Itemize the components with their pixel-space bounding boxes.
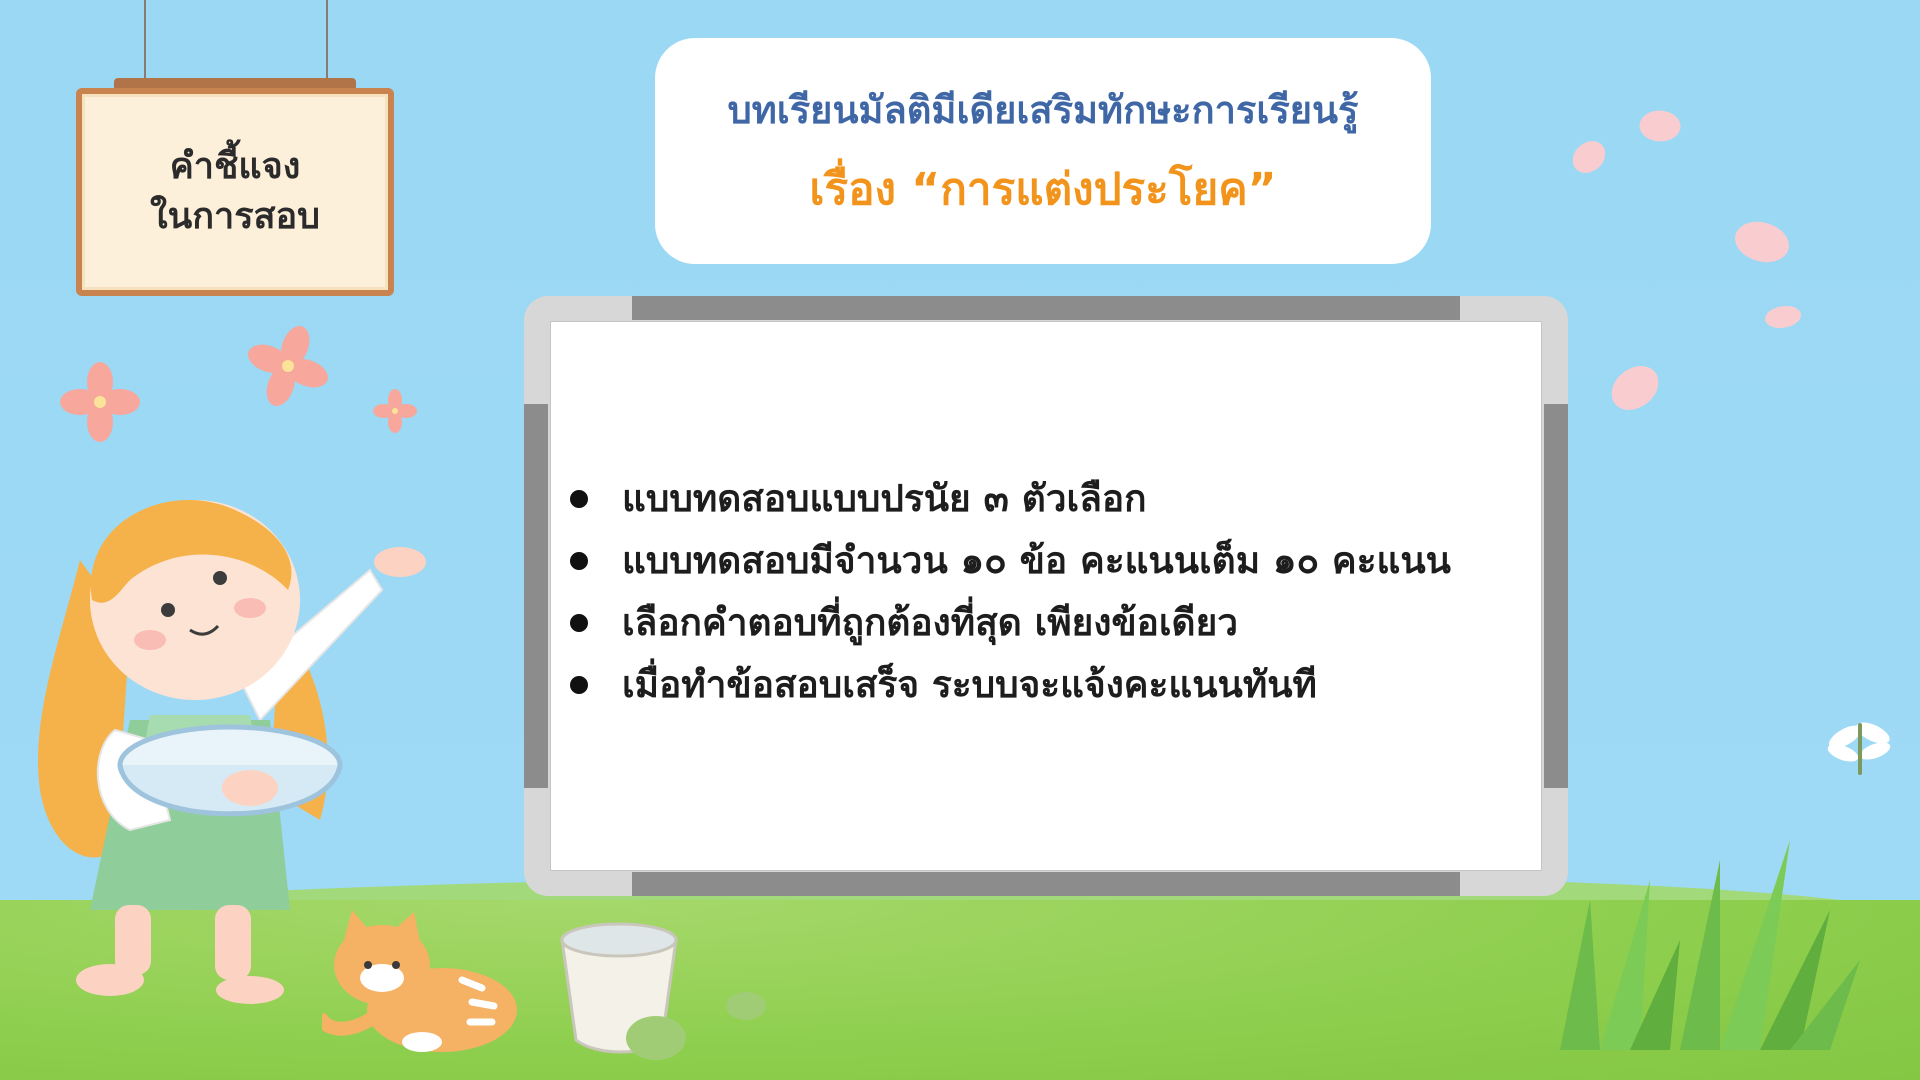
list-item-text: เมื่อทำข้อสอบเสร็จ ระบบจะแจ้งคะแนนทันที (622, 663, 1317, 706)
slide-scene: คำชี้แจง ในการสอบ บทเรียนมัลติมีเดียเสริ… (0, 0, 1920, 1080)
bullet-icon (570, 614, 588, 632)
instructions-sign: คำชี้แจง ในการสอบ (76, 88, 394, 296)
sign-label: คำชี้แจง ในการสอบ (150, 146, 320, 237)
bullet-icon (570, 490, 588, 508)
whiteboard-rail-right (1544, 404, 1568, 788)
dragonfly-icon (1827, 722, 1891, 775)
list-item-text: แบบทดสอบมีจำนวน ๑๐ ข้อ คะแนนเต็ม ๑๐ คะแน… (622, 539, 1451, 582)
instructions-list: แบบทดสอบแบบปรนัย ๓ ตัวเลือก แบบทดสอบมีจำ… (570, 468, 1530, 716)
bucket-illustration (560, 922, 766, 1060)
flower-icon (248, 326, 328, 406)
sign-string (326, 0, 328, 82)
bullet-icon (570, 676, 588, 694)
list-item-text: เลือกคำตอบที่ถูกต้องที่สุด เพียงข้อเดียว (622, 601, 1239, 644)
grass-tuft-icon (1560, 840, 1860, 1050)
whiteboard-rail-bottom (632, 872, 1460, 896)
lesson-subtitle: เรื่อง “การแต่งประโยค” (809, 163, 1277, 215)
title-card: บทเรียนมัลติมีเดียเสริมทักษะการเรียนรู้ … (655, 38, 1431, 264)
flower-icon (60, 362, 140, 442)
cat-illustration (322, 910, 517, 1052)
whiteboard-rail-top (632, 296, 1460, 320)
whiteboard-rail-left (524, 404, 548, 788)
list-item-text: แบบทดสอบแบบปรนัย ๓ ตัวเลือก (622, 477, 1147, 520)
lesson-title: บทเรียนมัลติมีเดียเสริมทักษะการเรียนรู้ (727, 87, 1359, 132)
list-item: เลือกคำตอบที่ถูกต้องที่สุด เพียงข้อเดียว (570, 592, 1530, 654)
list-item: แบบทดสอบแบบปรนัย ๓ ตัวเลือก (570, 468, 1530, 530)
bullet-icon (570, 552, 588, 570)
flower-icon (373, 389, 417, 433)
sign-string (144, 0, 146, 82)
list-item: เมื่อทำข้อสอบเสร็จ ระบบจะแจ้งคะแนนทันที (570, 654, 1530, 716)
list-item: แบบทดสอบมีจำนวน ๑๐ ข้อ คะแนนเต็ม ๑๐ คะแน… (570, 530, 1530, 592)
